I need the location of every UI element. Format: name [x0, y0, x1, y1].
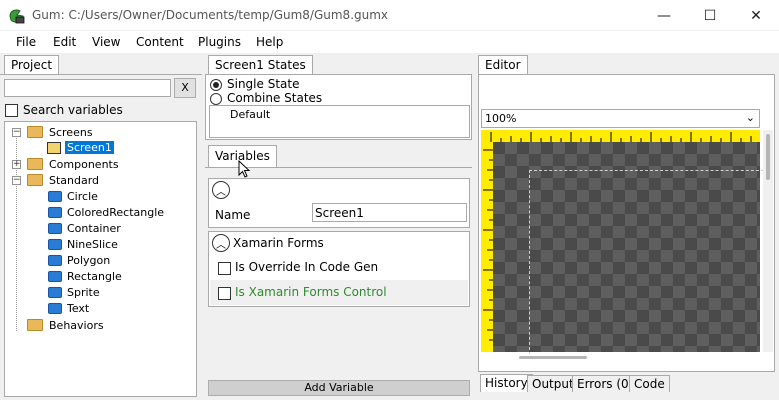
tree-item-rectangle[interactable]: Rectangle	[67, 270, 122, 283]
xamarin-section: ︿ Xamarin Forms Is Override In Code Gen …	[208, 231, 470, 307]
zoom-select[interactable]: 100% ⌄	[481, 109, 760, 128]
menu-bar: File Edit View Content Plugins Help	[0, 31, 779, 53]
scroll-thumb[interactable]	[766, 134, 770, 180]
tree-behaviors[interactable]: Behaviors	[49, 319, 104, 332]
folder-icon	[27, 319, 43, 331]
tree-item-polygon[interactable]: Polygon	[67, 254, 110, 267]
component-icon	[48, 239, 62, 250]
menu-content[interactable]: Content	[136, 35, 184, 49]
tab-history[interactable]: History	[480, 374, 533, 392]
collapse-icon[interactable]: ︿	[212, 234, 230, 252]
close-button[interactable]: ✕	[733, 0, 779, 31]
chevron-down-icon: ⌄	[745, 111, 755, 124]
search-variables-checkbox[interactable]	[5, 104, 18, 117]
xamarin-control-checkbox[interactable]	[218, 287, 231, 300]
vertical-scrollbar[interactable]	[763, 130, 773, 352]
tree-screen1[interactable]: Screen1	[65, 141, 114, 154]
project-search-input[interactable]	[4, 79, 171, 97]
tree-item-coloredrectangle[interactable]: ColoredRectangle	[67, 206, 164, 219]
folder-icon	[27, 126, 43, 138]
title-bar: Gum: C:/Users/Owner/Documents/temp/Gum8/…	[0, 0, 779, 31]
minimize-button[interactable]: —	[641, 0, 687, 31]
top-ruler	[490, 132, 752, 142]
screen-icon	[47, 142, 61, 154]
name-section: ︿ Name	[208, 178, 470, 228]
state-default[interactable]: Default	[230, 108, 270, 121]
horizontal-scrollbar[interactable]	[481, 354, 760, 362]
screen-bounds	[529, 170, 769, 360]
screens-expander[interactable]: −	[12, 128, 21, 137]
tree-components[interactable]: Components	[49, 158, 119, 171]
single-state-radio[interactable]	[210, 79, 222, 91]
combine-states-radio[interactable]	[210, 93, 222, 105]
tab-screen1-states[interactable]: Screen1 States	[208, 55, 313, 75]
editor-panel: 100% ⌄	[478, 74, 775, 372]
project-tree: − Screens Screen1 + Components − Standar…	[4, 121, 197, 397]
tree-item-nineslice[interactable]: NineSlice	[67, 238, 118, 251]
tab-output[interactable]: Output	[527, 375, 579, 392]
menu-plugins[interactable]: Plugins	[198, 35, 241, 49]
checkerboard-canvas	[493, 142, 769, 360]
tree-item-sprite[interactable]: Sprite	[67, 286, 100, 299]
menu-file[interactable]: File	[16, 35, 36, 49]
maximize-button[interactable]: ☐	[687, 0, 733, 31]
standard-expander[interactable]: −	[12, 176, 21, 185]
component-icon	[48, 191, 62, 202]
xamarin-header: Xamarin Forms	[233, 236, 324, 250]
editor-canvas[interactable]	[481, 130, 769, 360]
app-logo-icon	[8, 7, 26, 25]
tree-item-container[interactable]: Container	[67, 222, 121, 235]
search-variables-label: Search variables	[23, 103, 123, 117]
window-title: Gum: C:/Users/Owner/Documents/temp/Gum8/…	[32, 8, 389, 22]
component-icon	[48, 255, 62, 266]
variables-panel: ︿ Name ︿ Xamarin Forms Is Override In Co…	[205, 160, 472, 400]
component-icon	[48, 303, 62, 314]
folder-icon	[27, 158, 43, 170]
folder-icon	[27, 174, 43, 186]
scroll-thumb[interactable]	[519, 356, 587, 359]
component-icon	[48, 271, 62, 282]
xamarin-control-label: Is Xamarin Forms Control	[235, 285, 387, 299]
add-variable-button[interactable]: Add Variable	[208, 380, 470, 396]
tab-code[interactable]: Code	[629, 375, 670, 392]
zoom-value: 100%	[485, 112, 517, 125]
component-icon	[48, 223, 62, 234]
tree-item-text[interactable]: Text	[67, 302, 89, 315]
components-expander[interactable]: +	[12, 160, 21, 169]
single-state-label: Single State	[227, 77, 300, 91]
tree-screens[interactable]: Screens	[49, 126, 93, 139]
cursor-icon	[238, 160, 251, 178]
component-icon	[48, 207, 62, 218]
states-list: Default	[209, 105, 470, 138]
override-checkbox[interactable]	[218, 262, 231, 275]
menu-edit[interactable]: Edit	[53, 35, 76, 49]
collapse-icon[interactable]: ︿	[212, 181, 230, 199]
tab-editor[interactable]: Editor	[478, 55, 528, 75]
name-label: Name	[215, 208, 251, 222]
tree-item-circle[interactable]: Circle	[67, 190, 98, 203]
search-clear-button[interactable]: X	[174, 78, 196, 98]
left-ruler	[483, 149, 493, 341]
states-panel: Single State Combine States Default	[205, 74, 472, 140]
bottom-tabs: History Output Errors (0) Code	[478, 374, 775, 400]
override-label: Is Override In Code Gen	[235, 260, 379, 274]
project-panel: X Search variables − Screens Screen1 + C…	[0, 74, 202, 400]
tab-project[interactable]: Project	[4, 55, 60, 75]
tree-standard[interactable]: Standard	[49, 174, 99, 187]
menu-help[interactable]: Help	[256, 35, 283, 49]
combine-states-label: Combine States	[227, 91, 323, 105]
component-icon	[48, 287, 62, 298]
name-input[interactable]	[312, 203, 467, 222]
menu-view[interactable]: View	[92, 35, 120, 49]
